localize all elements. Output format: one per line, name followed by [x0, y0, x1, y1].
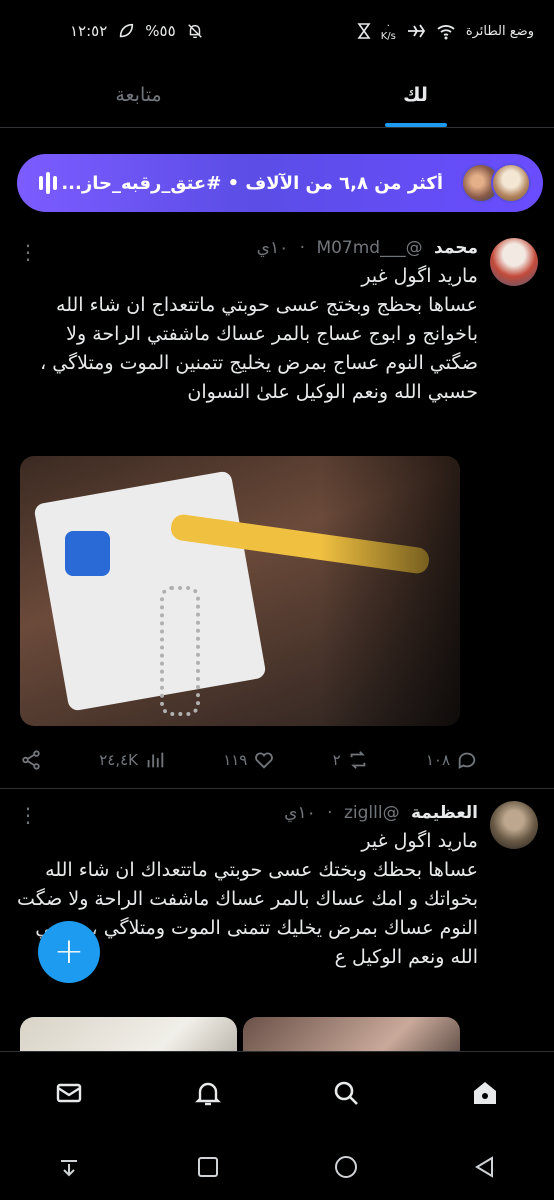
tweet-image[interactable]	[20, 1017, 237, 1051]
search-icon	[334, 1081, 359, 1105]
status-right: وضع الطائرة ٠ K/s	[357, 20, 534, 42]
status-bar: ١٢:٥٢ %٥٥ وضع الطائرة ٠ K/s	[0, 0, 554, 62]
retweet-icon	[350, 751, 365, 769]
status-left: ١٢:٥٢ %٥٥	[70, 22, 204, 40]
avatar[interactable]	[490, 238, 538, 286]
recents-icon	[197, 1157, 218, 1177]
airplane-icon	[406, 22, 426, 40]
tweet[interactable]: ⋮ محمد @___M07md · ١٠ي ماريد اگول غير عس…	[0, 226, 554, 789]
download-arrow-icon	[61, 1160, 78, 1177]
tweet-text: ماريد اگول غير عساها بحظج وبختج عسى حوبت…	[40, 265, 478, 403]
time-separator: ·	[327, 803, 333, 823]
like-count: ١١٩	[223, 751, 248, 769]
plus-icon: +	[53, 931, 85, 972]
mute-bell-icon	[186, 22, 204, 40]
tab-following-label: متابعة	[115, 83, 162, 106]
image-detail	[65, 531, 110, 576]
tweet[interactable]: ⋮ العظيمة @ziglll · ١٠ي ماريد اگول غير ع…	[0, 789, 554, 1051]
recents-button[interactable]	[194, 1153, 222, 1185]
tab-for-you[interactable]: لك	[277, 62, 554, 127]
tweet-header: محمد @___M07md · ١٠ي	[16, 238, 478, 258]
retweet-count: ٢	[332, 751, 341, 769]
reply-count: ١٠٨	[425, 751, 450, 769]
home-button[interactable]	[332, 1153, 360, 1185]
like-button[interactable]: ١١٩	[223, 749, 275, 771]
reply-icon	[458, 752, 476, 769]
nav-messages[interactable]	[54, 1078, 84, 1112]
avatar	[491, 163, 531, 203]
author-handle[interactable]: @___M07md	[316, 238, 422, 258]
active-tab-indicator	[384, 123, 447, 127]
views-count: ٢٤,٤K	[99, 751, 138, 769]
nav-home[interactable]	[470, 1078, 500, 1112]
tweet-header: العظيمة @ziglll · ١٠ي	[16, 803, 478, 823]
tweet-image[interactable]	[20, 456, 460, 726]
airplane-mode-label: وضع الطائرة	[465, 23, 534, 39]
image-detail	[160, 586, 200, 716]
author-name[interactable]: محمد	[434, 238, 478, 258]
back-button[interactable]	[471, 1153, 499, 1185]
retweet-button[interactable]: ٢	[333, 749, 369, 771]
home-circle-icon	[335, 1156, 358, 1178]
tab-following[interactable]: متابعة	[0, 62, 277, 127]
network-speed-value: ٠	[385, 20, 391, 31]
views-icon	[147, 752, 164, 768]
nav-notifications[interactable]	[193, 1078, 223, 1112]
network-speed: ٠ K/s	[381, 20, 396, 42]
avatar[interactable]	[490, 801, 538, 849]
bottom-nav	[0, 1051, 554, 1138]
image-detail	[320, 456, 460, 726]
audio-bars-icon	[39, 172, 57, 194]
tweet-actions: ١٠٨ ٢ ١١٩ ٢٤,٤K	[20, 746, 478, 774]
nav-search[interactable]	[331, 1078, 361, 1112]
share-icon	[22, 750, 40, 770]
author-handle[interactable]: @ziglll	[344, 803, 400, 823]
messages-icon	[57, 1083, 82, 1103]
tab-for-you-label: لك	[403, 83, 428, 106]
tweet-time: ١٠ي	[284, 803, 316, 823]
timeline-tabs: متابعة لك	[0, 62, 554, 128]
live-spaces-banner[interactable]: أكثر من ٦,٨ من الآلاف • #عتق_رقبه_حاز...	[17, 154, 543, 212]
share-button[interactable]	[20, 749, 42, 771]
reply-button[interactable]: ١٠٨	[426, 749, 478, 771]
notification-shade-button[interactable]	[55, 1153, 83, 1185]
image-detail	[33, 470, 267, 712]
time-separator: ·	[299, 238, 306, 258]
spaces-avatars	[461, 163, 531, 203]
views-button[interactable]: ٢٤,٤K	[99, 749, 166, 771]
wifi-icon	[436, 22, 456, 40]
tweet-images[interactable]	[20, 1017, 460, 1051]
home-icon	[473, 1082, 496, 1104]
author-name[interactable]: العظيمة	[411, 803, 478, 823]
system-nav	[0, 1138, 554, 1200]
back-icon	[474, 1156, 493, 1178]
battery-text: %٥٥	[145, 22, 176, 40]
tweet-time: ١٠ي	[256, 238, 289, 258]
hourglass-icon	[357, 22, 371, 40]
tweet-body: محمد @___M07md · ١٠ي ماريد اگول غير عساه…	[16, 238, 478, 407]
tweet-image[interactable]	[243, 1017, 460, 1051]
leaf-icon	[117, 22, 135, 40]
heart-icon	[255, 752, 274, 769]
spaces-banner-text: أكثر من ٦,٨ من الآلاف • #عتق_رقبه_حاز...	[61, 172, 443, 194]
notifications-icon	[194, 1082, 221, 1106]
time-text: ١٢:٥٢	[70, 22, 108, 40]
network-speed-unit: K/s	[380, 31, 396, 42]
compose-button[interactable]: +	[38, 921, 100, 983]
